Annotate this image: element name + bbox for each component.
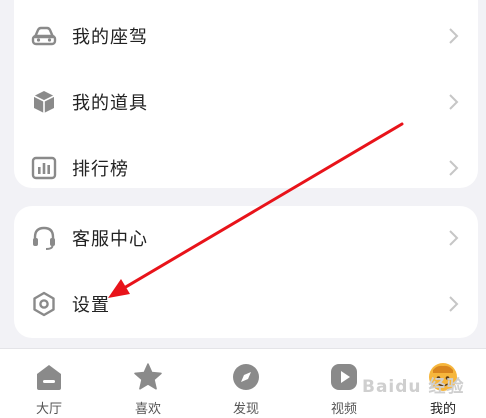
star-icon [134,363,162,390]
tab-lobby[interactable]: 大厅 [19,357,79,417]
tab-discover[interactable]: 发现 [216,357,276,417]
menu-item-label: 客服中心 [72,229,148,249]
chevron-right-icon [449,28,459,44]
chart-bar-icon [30,154,58,182]
menu-item-label: 排行榜 [72,159,129,179]
watermark: Baidu 经验 [362,377,465,397]
menu-item-my-props[interactable]: 我的道具 [14,70,478,134]
menu-item-label: 设置 [72,295,110,315]
box-icon [30,88,58,116]
tab-label: 我的 [429,401,456,416]
menu-item-my-vehicle[interactable]: 我的座驾 [14,4,478,68]
menu-card-bottom: 客服中心 设置 [14,206,478,338]
tab-label: 视频 [330,401,357,416]
tab-favorites[interactable]: 喜欢 [118,357,178,417]
menu-item-label: 我的座驾 [72,27,148,47]
tab-label: 大厅 [35,401,62,416]
headset-icon [30,224,58,252]
tab-label: 喜欢 [134,401,161,416]
menu-item-settings[interactable]: 设置 [14,272,478,336]
car-icon [30,22,58,50]
menu-item-label: 我的道具 [72,93,148,113]
chevron-right-icon [449,296,459,312]
tab-label: 发现 [232,401,259,416]
menu-item-customer-service[interactable]: 客服中心 [14,206,478,270]
chevron-right-icon [449,230,459,246]
play-icon [331,364,357,390]
menu-item-leaderboard[interactable]: 排行榜 [14,136,478,200]
chevron-right-icon [449,94,459,110]
home-icon [37,365,61,390]
chevron-right-icon [449,160,459,176]
menu-card-top: 我的座驾 我的道具 排行榜 [14,0,478,188]
gear-icon [30,290,58,318]
compass-icon [233,364,259,390]
